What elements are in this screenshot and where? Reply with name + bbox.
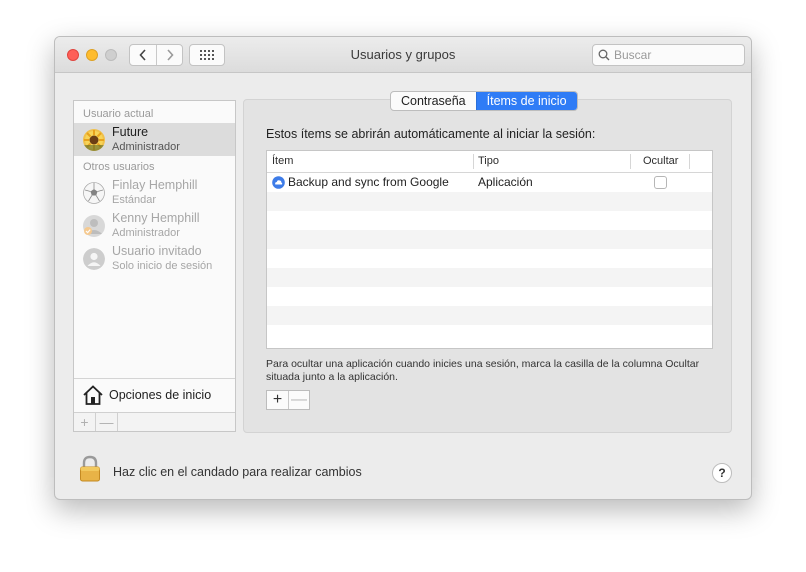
person-photo-avatar-icon: [83, 215, 105, 237]
column-divider: [630, 154, 631, 169]
table-row-empty: [267, 306, 712, 325]
login-items-table: Ítem Tipo Ocultar Backup and sync from G…: [266, 150, 713, 349]
house-icon: [83, 385, 103, 405]
main-panel: Contraseña Ítems de inicio Estos ítems s…: [243, 91, 732, 433]
login-options-label: Opciones de inicio: [109, 388, 212, 402]
users-sidebar: Usuario actual Future Administrador Otro…: [73, 100, 236, 432]
table-row-empty: [267, 268, 712, 287]
avatar: [83, 248, 105, 270]
table-row[interactable]: Backup and sync from Google Aplicación: [267, 173, 712, 192]
table-row-empty: [267, 249, 712, 268]
column-header-item[interactable]: Ítem: [272, 155, 293, 167]
user-name: Kenny Hemphill: [112, 211, 200, 225]
user-role: Estándar: [112, 194, 157, 206]
table-header: Ítem Tipo Ocultar: [267, 151, 712, 173]
search-icon: [598, 49, 610, 61]
help-button[interactable]: ?: [712, 463, 732, 483]
lock-instructions: Haz clic en el candado para realizar cam…: [113, 465, 362, 479]
other-users-header: Otros usuarios: [83, 161, 155, 173]
login-item-name: Backup and sync from Google: [288, 175, 449, 189]
google-backup-cloud-icon: [272, 176, 285, 189]
column-header-type[interactable]: Tipo: [478, 155, 499, 167]
sidebar-bottom-bar: + —: [74, 412, 235, 431]
avatar: [83, 182, 105, 204]
user-role: Solo inicio de sesión: [112, 260, 213, 272]
avatar: [83, 215, 105, 237]
login-item-type: Aplicación: [478, 175, 533, 189]
user-role: Administrador: [112, 141, 180, 153]
tab-login-items[interactable]: Ítems de inicio: [475, 92, 577, 110]
search-field[interactable]: [592, 44, 745, 66]
user-name: Future: [112, 125, 149, 139]
column-header-hide[interactable]: Ocultar: [643, 155, 678, 167]
add-login-item-button[interactable]: +: [267, 391, 288, 409]
guest-user-icon: [83, 248, 105, 270]
user-role: Administrador: [112, 227, 180, 239]
table-row-empty: [267, 287, 712, 306]
sunflower-avatar-icon: [83, 129, 105, 151]
user-item-kenny[interactable]: Kenny Hemphill Administrador: [74, 209, 235, 242]
user-name: Usuario invitado: [112, 244, 202, 258]
current-user-header: Usuario actual: [83, 108, 154, 120]
add-user-button[interactable]: +: [74, 413, 96, 431]
user-item-future[interactable]: Future Administrador: [74, 123, 235, 156]
lock-icon[interactable]: [79, 455, 101, 483]
table-row-empty: [267, 230, 712, 249]
login-options-item[interactable]: Opciones de inicio: [74, 378, 235, 411]
add-remove-items-control: + —: [266, 390, 310, 410]
hide-instructions: Para ocultar una aplicación cuando inici…: [266, 358, 700, 383]
tab-password[interactable]: Contraseña: [391, 92, 476, 110]
user-item-guest[interactable]: Usuario invitado Solo inicio de sesión: [74, 242, 235, 275]
soccer-ball-avatar-icon: [83, 182, 105, 204]
avatar: [83, 129, 105, 151]
remove-login-item-button[interactable]: —: [288, 391, 309, 409]
users-groups-window: Usuarios y grupos Usuario actual Future …: [54, 36, 752, 500]
login-items-description: Estos ítems se abrirán automáticamente a…: [266, 127, 596, 141]
search-input[interactable]: [614, 48, 734, 62]
table-row-empty: [267, 325, 712, 344]
remove-user-button[interactable]: —: [96, 413, 118, 431]
hide-checkbox[interactable]: [654, 176, 667, 189]
titlebar: Usuarios y grupos: [55, 37, 751, 73]
table-row-empty: [267, 192, 712, 211]
column-divider: [689, 154, 690, 169]
tab-bar: Contraseña Ítems de inicio: [390, 91, 578, 111]
user-item-finlay[interactable]: Finlay Hemphill Estándar: [74, 176, 235, 209]
column-divider: [473, 154, 474, 169]
user-name: Finlay Hemphill: [112, 178, 198, 192]
table-row-empty: [267, 211, 712, 230]
